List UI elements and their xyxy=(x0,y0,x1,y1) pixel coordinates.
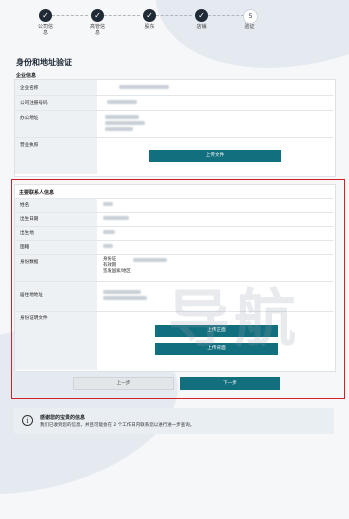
row-divider xyxy=(15,137,333,138)
stepper-connector xyxy=(208,15,244,16)
submission-notice: i 感谢您的宝贵的信息 我们已收到您的信息，并且可能会在 2 个工作日内联系您以… xyxy=(14,408,334,434)
office-address-value xyxy=(105,127,133,131)
step-executive-info-label: 高管信 息 xyxy=(81,24,114,36)
office-address-value xyxy=(105,121,145,125)
company-section-title: 企业信息 xyxy=(16,73,37,79)
stepper-connector xyxy=(52,15,88,16)
info-icon: i xyxy=(22,415,33,426)
business-license-label: 营业执照 xyxy=(20,143,39,148)
step-executive-info-check-icon[interactable]: ✓ xyxy=(91,9,104,22)
step-label-line: 息 xyxy=(94,30,100,36)
row-divider xyxy=(15,110,333,111)
row-divider xyxy=(15,95,333,96)
office-address-value xyxy=(105,115,139,119)
company-reg-no-label: 公司注册号码 xyxy=(20,101,48,106)
upload-license-button[interactable]: 上传文件 xyxy=(149,150,281,162)
company-reg-no-value xyxy=(107,100,137,104)
stepper-connector xyxy=(156,15,192,16)
step-verification-label: 验证 xyxy=(244,24,255,30)
step-shareholders-label: 股东 xyxy=(144,24,155,30)
page-title: 身份和地址验证 xyxy=(16,58,72,67)
step-verification-current: 5 xyxy=(243,9,258,24)
step-company-info-check-icon[interactable]: ✓ xyxy=(39,9,52,22)
notice-body: 我们已收到您的信息，并且可能会在 2 个工作日内联系您以进行进一步查询。 xyxy=(40,423,195,428)
step-label-line: 息 xyxy=(42,30,48,36)
step-shareholders-check-icon[interactable]: ✓ xyxy=(143,9,156,22)
notice-title: 感谢您的宝贵的信息 xyxy=(40,415,86,421)
next-step-button[interactable]: 下一步 xyxy=(180,377,280,390)
previous-step-button[interactable]: 上一步 xyxy=(73,377,174,390)
step-store-check-icon[interactable]: ✓ xyxy=(195,9,208,22)
company-info-panel: 企业名称 公司注册号码 办公地址 营业执照 上传文件 xyxy=(14,79,336,177)
company-name-value xyxy=(119,85,169,89)
watermark: 导航 xyxy=(168,282,301,355)
company-name-label: 企业名称 xyxy=(20,86,39,91)
step-store-label: 店铺 xyxy=(196,24,207,30)
step-company-info-label: 公司信 息 xyxy=(29,24,62,36)
stepper-connector xyxy=(104,15,140,16)
office-address-label: 办公地址 xyxy=(20,116,39,121)
